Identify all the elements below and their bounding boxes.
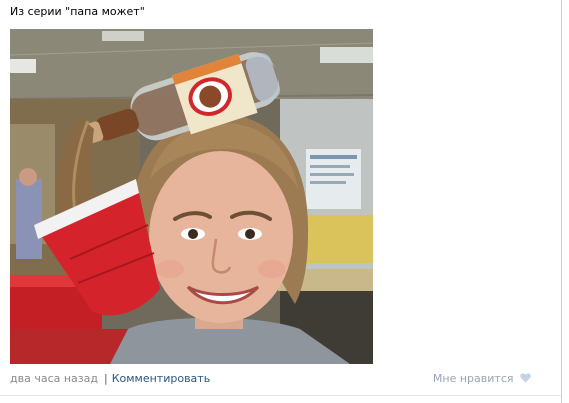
post-text: Из серии "папа может" [10,5,145,18]
heart-icon [520,373,531,383]
like-button[interactable]: Мне нравится [433,372,531,386]
wall-post: Из серии "папа может" два часа назад | К… [0,0,561,403]
post-divider [0,395,561,396]
post-footer: два часа назад | Комментировать [10,372,210,386]
post-time[interactable]: два часа назад [10,372,98,385]
post-photo[interactable] [10,29,373,364]
comment-link[interactable]: Комментировать [112,372,210,385]
page-margin [562,0,569,403]
like-label: Мне нравится [432,372,514,385]
footer-separator: | [103,372,108,385]
